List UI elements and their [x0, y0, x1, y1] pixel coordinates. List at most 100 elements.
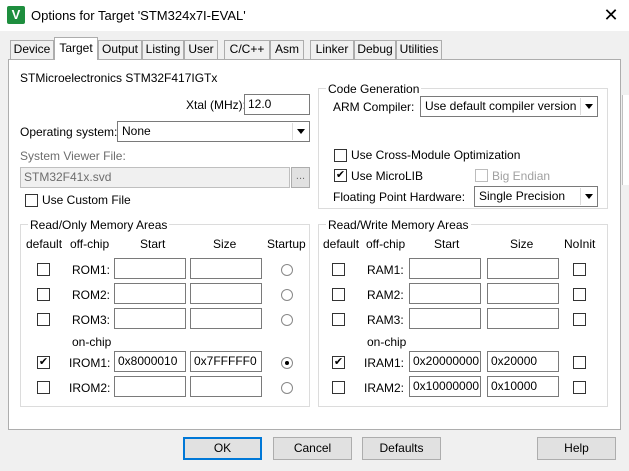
microlib-label: Use MicroLIB	[351, 169, 424, 183]
ram3-size-input[interactable]	[487, 308, 559, 329]
rom-header-offchip: off-chip	[70, 237, 110, 251]
iram1-start-input[interactable]: 0x20000000	[409, 351, 481, 372]
iram2-default-checkbox[interactable]	[332, 381, 345, 394]
window-title: Options for Target 'STM324x7I-EVAL'	[31, 8, 246, 23]
custom-file-checkbox[interactable]	[25, 194, 38, 207]
chevron-down-icon	[292, 123, 308, 140]
big-endian-label: Big Endian	[492, 169, 551, 183]
tab-user[interactable]: User	[184, 40, 218, 59]
background-window-edge	[622, 95, 629, 185]
ram2-size-input[interactable]	[487, 283, 559, 304]
rom1-size-input[interactable]	[190, 258, 262, 279]
rom2-start-input[interactable]	[114, 283, 186, 304]
irom2-default-checkbox[interactable]	[37, 381, 50, 394]
defaults-button[interactable]: Defaults	[362, 437, 441, 460]
rom2-size-input[interactable]	[190, 283, 262, 304]
irom1-start-input[interactable]: 0x8000010	[114, 351, 186, 372]
iram2-noinit-checkbox[interactable]	[573, 381, 586, 394]
tab-asm[interactable]: Asm	[270, 40, 304, 59]
title-bar: V Options for Target 'STM324x7I-EVAL' ✕	[0, 0, 629, 31]
fpu-label: Floating Point Hardware:	[333, 190, 466, 204]
ram2-default-checkbox[interactable]	[332, 288, 345, 301]
rom3-start-input[interactable]	[114, 308, 186, 329]
iram1-default-checkbox[interactable]: ✔	[332, 356, 345, 369]
rom2-label: ROM2:	[72, 288, 111, 302]
rom3-default-checkbox[interactable]	[37, 313, 50, 326]
iram2-label: IRAM2:	[364, 381, 405, 395]
irom2-label: IROM2:	[69, 381, 111, 395]
iram2-start-input[interactable]: 0x10000000	[409, 376, 481, 397]
xtal-label: Xtal (MHz):	[186, 98, 246, 112]
cross-module-checkbox[interactable]	[334, 149, 347, 162]
tab-utilities[interactable]: Utilities	[396, 40, 442, 59]
ram-group-title: Read/Write Memory Areas	[326, 218, 471, 232]
close-icon[interactable]: ✕	[598, 4, 624, 26]
compiler-select-value: Use default compiler version	[425, 99, 577, 113]
ram-onchip-label: on-chip	[367, 335, 407, 349]
chevron-down-icon	[580, 188, 596, 205]
help-button[interactable]: Help	[537, 437, 616, 460]
os-select-value: None	[122, 124, 151, 138]
svd-browse-button[interactable]: ...	[291, 167, 310, 188]
rom3-size-input[interactable]	[190, 308, 262, 329]
ram3-start-input[interactable]	[409, 308, 481, 329]
os-select[interactable]: None	[117, 121, 310, 142]
fpu-select[interactable]: Single Precision	[474, 186, 598, 207]
ram3-noinit-checkbox[interactable]	[573, 313, 586, 326]
rom-onchip-label: on-chip	[72, 335, 112, 349]
rom1-default-checkbox[interactable]	[37, 263, 50, 276]
xtal-input[interactable]: 12.0	[244, 94, 310, 115]
iram2-size-input[interactable]: 0x10000	[487, 376, 559, 397]
ram1-size-input[interactable]	[487, 258, 559, 279]
ram1-default-checkbox[interactable]	[332, 263, 345, 276]
ram-header-size: Size	[510, 237, 534, 251]
cancel-button[interactable]: Cancel	[273, 437, 352, 460]
irom2-start-input[interactable]	[114, 376, 186, 397]
irom2-startup-radio[interactable]	[281, 382, 293, 394]
irom2-size-input[interactable]	[190, 376, 262, 397]
cross-module-label: Use Cross-Module Optimization	[351, 148, 521, 162]
irom1-default-checkbox[interactable]: ✔	[37, 356, 50, 369]
tab-output[interactable]: Output	[98, 40, 142, 59]
iram1-size-input[interactable]: 0x20000	[487, 351, 559, 372]
ram1-noinit-checkbox[interactable]	[573, 263, 586, 276]
rom-group-title: Read/Only Memory Areas	[28, 218, 170, 232]
rom-header-start: Start	[140, 237, 166, 251]
big-endian-checkbox[interactable]	[475, 169, 488, 182]
microlib-checkbox[interactable]: ✔	[334, 169, 347, 182]
irom1-size-input[interactable]: 0x7FFFFF0	[190, 351, 262, 372]
rom3-startup-radio[interactable]	[281, 314, 293, 326]
tab-linker[interactable]: Linker	[310, 40, 354, 59]
ram1-start-input[interactable]	[409, 258, 481, 279]
ram1-label: RAM1:	[367, 263, 404, 277]
device-name: STMicroelectronics STM32F417IGTx	[20, 71, 218, 85]
app-icon: V	[7, 6, 25, 24]
rom2-default-checkbox[interactable]	[37, 288, 50, 301]
tab-cc[interactable]: C/C++	[224, 40, 270, 59]
irom1-label: IROM1:	[69, 356, 111, 370]
rom1-label: ROM1:	[72, 263, 111, 277]
rom1-start-input[interactable]	[114, 258, 186, 279]
ram-header-start: Start	[434, 237, 460, 251]
compiler-label: ARM Compiler:	[333, 100, 415, 114]
ram-header-default: default	[323, 237, 360, 251]
ok-button[interactable]: OK	[183, 437, 262, 460]
ram3-default-checkbox[interactable]	[332, 313, 345, 326]
tab-debug[interactable]: Debug	[354, 40, 396, 59]
tab-device[interactable]: Device	[10, 40, 54, 59]
irom1-startup-radio[interactable]	[281, 357, 293, 369]
svd-label: System Viewer File:	[20, 149, 126, 163]
ram2-noinit-checkbox[interactable]	[573, 288, 586, 301]
rom1-startup-radio[interactable]	[281, 264, 293, 276]
rom2-startup-radio[interactable]	[281, 289, 293, 301]
compiler-select[interactable]: Use default compiler version	[420, 96, 598, 117]
svd-input[interactable]: STM32F41x.svd	[20, 167, 290, 188]
ram3-label: RAM3:	[367, 313, 404, 327]
iram1-label: IRAM1:	[364, 356, 405, 370]
custom-file-label: Use Custom File	[42, 193, 131, 207]
tab-listing[interactable]: Listing	[142, 40, 184, 59]
iram1-noinit-checkbox[interactable]	[573, 356, 586, 369]
ram2-label: RAM2:	[367, 288, 404, 302]
ram2-start-input[interactable]	[409, 283, 481, 304]
tab-target[interactable]: Target	[54, 37, 98, 60]
